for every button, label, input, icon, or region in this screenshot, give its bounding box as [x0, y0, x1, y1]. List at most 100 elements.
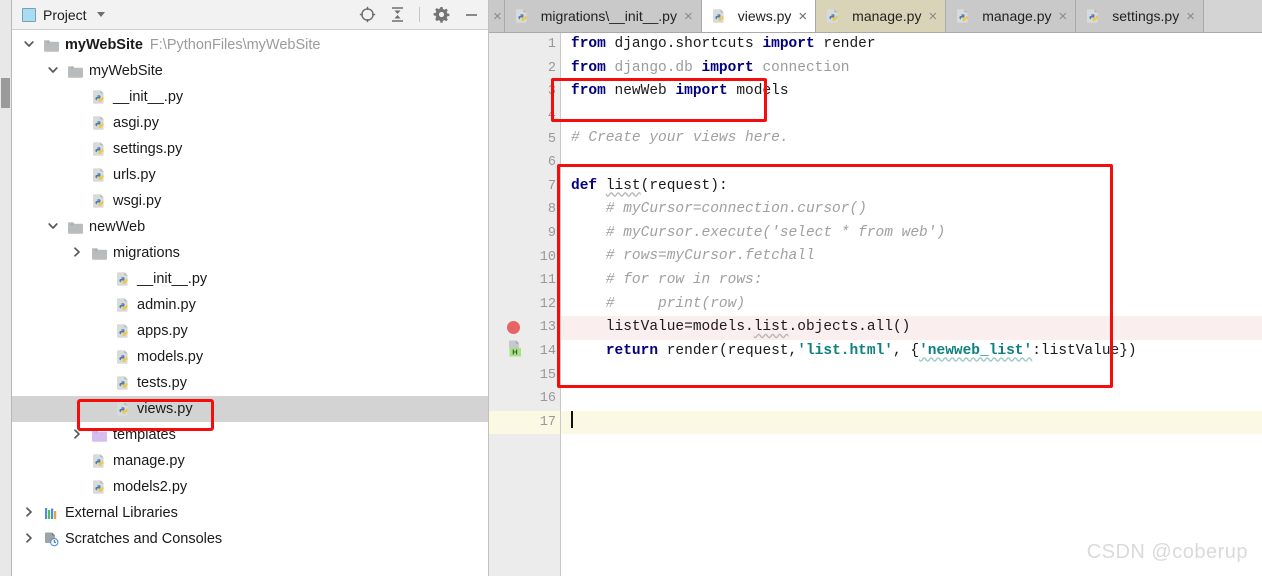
- left-strip-scroll-handle[interactable]: [1, 78, 10, 108]
- code-line-1[interactable]: from django.shortcuts import render: [561, 33, 1262, 57]
- code-line-16[interactable]: [561, 387, 1262, 411]
- gutter-line-6[interactable]: 6: [489, 151, 560, 175]
- gutter-marks[interactable]: [507, 293, 541, 317]
- code-line-12[interactable]: # print(row): [561, 293, 1262, 317]
- html-template-link-icon[interactable]: H: [507, 340, 524, 363]
- chevron-right-icon[interactable]: [70, 245, 86, 261]
- tree-row-tests-py[interactable]: tests.py: [12, 370, 488, 396]
- code-text-area[interactable]: from django.shortcuts import render from …: [561, 33, 1262, 576]
- chevron-down-icon[interactable]: [46, 219, 62, 235]
- editor-tab-partial[interactable]: ×: [489, 0, 505, 32]
- close-icon[interactable]: ×: [1059, 9, 1068, 24]
- breakpoint-icon[interactable]: [507, 321, 520, 335]
- gutter-line-15[interactable]: 15: [489, 363, 560, 387]
- gutter-marks[interactable]: [507, 363, 541, 387]
- chevron-right-icon[interactable]: [22, 531, 38, 547]
- editor-tab-views-py[interactable]: views.py ×: [701, 0, 817, 32]
- gutter-line-1[interactable]: 1: [489, 33, 576, 57]
- tree-row-urls-py[interactable]: urls.py: [12, 162, 488, 188]
- code-line-10[interactable]: # rows=myCursor.fetchall: [561, 245, 1262, 269]
- tree-row-external libraries[interactable]: External Libraries: [12, 500, 488, 526]
- tree-row-templates[interactable]: templates: [12, 422, 488, 448]
- gutter-line-7[interactable]: 7: [489, 175, 576, 199]
- editor-gutter[interactable]: 1 2 3 4 5 6 7 8 9 10 11 12 13 H 14 15 16 17: [489, 33, 576, 576]
- editor-tab-manage-py[interactable]: manage.py ×: [946, 0, 1077, 32]
- gutter-marks[interactable]: [507, 175, 541, 199]
- tree-row---init---py[interactable]: __init__.py: [12, 84, 488, 110]
- chevron-down-icon[interactable]: [22, 37, 38, 53]
- editor-tab-migrations---init---py[interactable]: migrations\__init__.py ×: [504, 0, 702, 32]
- project-tree[interactable]: myWebSite F:\PythonFiles\myWebSite myWebSi…: [12, 30, 488, 576]
- code-line-9[interactable]: # myCursor.execute('select * from web'): [561, 222, 1262, 246]
- locate-target-icon[interactable]: [359, 6, 376, 23]
- code-line-5[interactable]: # Create your views here.: [561, 127, 1262, 151]
- gutter-marks[interactable]: [507, 269, 541, 293]
- tree-row-models2-py[interactable]: models2.py: [12, 474, 488, 500]
- chevron-down-icon[interactable]: [96, 12, 105, 17]
- tree-row-manage-py[interactable]: manage.py: [12, 448, 488, 474]
- gutter-line-12[interactable]: 12: [489, 293, 575, 317]
- gutter-line-14[interactable]: H 14: [489, 340, 575, 364]
- gutter-marks[interactable]: [507, 411, 541, 435]
- code-line-11[interactable]: # for row in rows:: [561, 269, 1262, 293]
- tree-row-asgi-py[interactable]: asgi.py: [12, 110, 488, 136]
- gutter-line-10[interactable]: 10: [489, 245, 560, 269]
- editor-tab-settings-py[interactable]: settings.py ×: [1076, 0, 1204, 32]
- close-icon[interactable]: ×: [1186, 9, 1195, 24]
- code-line-4[interactable]: [561, 104, 1262, 128]
- gutter-marks[interactable]: [507, 222, 541, 246]
- gutter-line-5[interactable]: 5: [489, 127, 560, 151]
- gutter-marks[interactable]: H: [507, 340, 541, 364]
- close-icon[interactable]: ×: [798, 9, 807, 24]
- gutter-marks[interactable]: [507, 127, 541, 151]
- editor-tab-bar[interactable]: × migrations\__init__.py × views.py × manage.…: [489, 0, 1262, 33]
- tree-row-mywebsite[interactable]: myWebSite: [12, 58, 488, 84]
- gutter-marks[interactable]: [507, 198, 541, 222]
- gutter-line-17[interactable]: 17: [489, 410, 560, 435]
- code-line-8[interactable]: # myCursor=connection.cursor(): [561, 198, 1262, 222]
- left-tool-strip[interactable]: Project: [0, 0, 12, 576]
- tree-row-apps-py[interactable]: apps.py: [12, 318, 488, 344]
- tree-row---init---py[interactable]: __init__.py: [12, 266, 488, 292]
- code-line-14[interactable]: return render(request,'list.html', {'new…: [561, 340, 1262, 364]
- code-line-13[interactable]: listValue=models.list.objects.all(): [561, 316, 1262, 340]
- tree-row-mywebsite[interactable]: myWebSite F:\PythonFiles\myWebSite: [12, 32, 488, 58]
- gutter-line-4[interactable]: 4: [489, 104, 560, 128]
- code-line-15[interactable]: [561, 363, 1262, 387]
- tree-row-migrations[interactable]: migrations: [12, 240, 488, 266]
- code-line-7[interactable]: def list(request):: [561, 175, 1262, 199]
- collapse-all-icon[interactable]: [389, 6, 406, 23]
- gutter-line-11[interactable]: 11: [489, 269, 560, 293]
- gutter-marks[interactable]: [507, 80, 541, 104]
- close-icon[interactable]: ×: [684, 9, 693, 24]
- chevron-right-icon[interactable]: [22, 505, 38, 521]
- tree-row-models-py[interactable]: models.py: [12, 344, 488, 370]
- gutter-marks[interactable]: [507, 104, 541, 128]
- close-icon[interactable]: ×: [493, 9, 502, 24]
- code-line-6[interactable]: [561, 151, 1262, 175]
- chevron-down-icon[interactable]: [46, 63, 62, 79]
- gutter-line-16[interactable]: 16: [489, 387, 560, 411]
- gutter-marks[interactable]: [507, 151, 541, 175]
- code-line-2[interactable]: from django.db import connection: [561, 57, 1262, 81]
- chevron-right-icon[interactable]: [70, 427, 86, 443]
- tree-row-admin-py[interactable]: admin.py: [12, 292, 488, 318]
- gutter-line-9[interactable]: 9: [489, 222, 560, 246]
- gutter-line-13[interactable]: 13: [489, 316, 560, 340]
- gutter-marks[interactable]: [507, 57, 541, 81]
- project-panel-title-group[interactable]: Project: [22, 7, 105, 23]
- code-line-17[interactable]: [561, 410, 1262, 435]
- gear-icon[interactable]: [433, 6, 450, 23]
- gutter-marks[interactable]: [507, 33, 541, 57]
- editor-tab-manage-py[interactable]: manage.py ×: [816, 0, 947, 32]
- tree-row-wsgi-py[interactable]: wsgi.py: [12, 188, 488, 214]
- close-icon[interactable]: ×: [928, 9, 937, 24]
- tree-row-scratches and consoles[interactable]: Scratches and Consoles: [12, 526, 488, 552]
- minimize-icon[interactable]: [463, 6, 480, 23]
- code-line-3[interactable]: from newWeb import models: [561, 80, 1262, 104]
- gutter-marks[interactable]: [507, 245, 541, 269]
- gutter-marks[interactable]: [507, 316, 541, 340]
- gutter-line-8[interactable]: 8: [489, 198, 576, 222]
- tree-row-settings-py[interactable]: settings.py: [12, 136, 488, 162]
- gutter-marks[interactable]: [507, 387, 541, 411]
